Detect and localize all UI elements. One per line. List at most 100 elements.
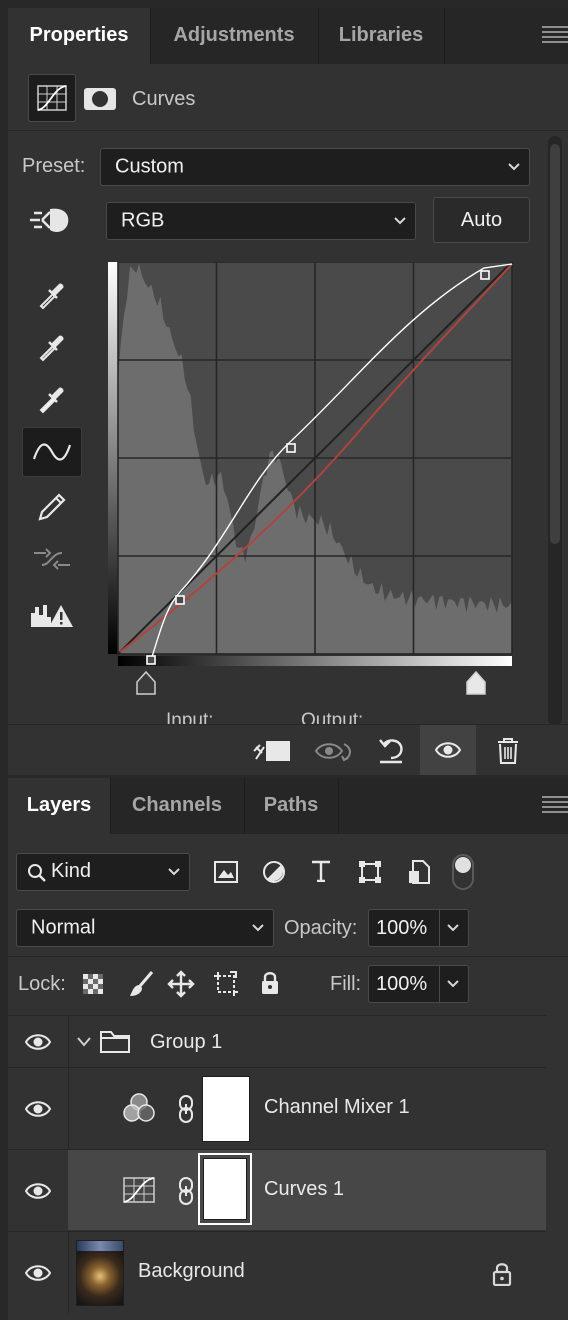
auto-button[interactable]: Auto — [433, 197, 530, 243]
shape-layer-filter-icon[interactable] — [358, 860, 382, 884]
channel-dropdown[interactable]: RGB — [106, 202, 416, 240]
lock-transparent-pixels-icon[interactable] — [82, 973, 104, 995]
gray-point-eyedropper-icon[interactable] — [22, 322, 82, 372]
eye-icon — [25, 1182, 51, 1199]
visibility-toggle[interactable] — [8, 1232, 69, 1313]
preset-value: Custom — [115, 155, 184, 178]
pencil-draw-icon[interactable] — [22, 482, 82, 532]
properties-panel: Properties Adjustments Libraries Curves … — [8, 8, 568, 775]
visibility-toggle[interactable] — [8, 1068, 69, 1149]
tab-paths[interactable]: Paths — [244, 778, 339, 834]
reset-icon[interactable] — [376, 735, 406, 765]
chevron-down-icon — [394, 217, 406, 225]
search-icon — [28, 864, 46, 882]
input-gradient-bar — [118, 656, 512, 666]
edit-points-curve-icon[interactable] — [22, 427, 82, 477]
toggle-visibility-button[interactable] — [420, 725, 476, 775]
fill-field[interactable]: 100% — [368, 965, 469, 1003]
scrollbar-thumb[interactable] — [550, 144, 560, 544]
curves-graph[interactable] — [108, 262, 518, 702]
tab-layers[interactable]: Layers — [8, 778, 111, 834]
smooth-curve-icon[interactable] — [22, 534, 82, 584]
layer-mask-thumbnail-selected[interactable] — [198, 1153, 252, 1225]
target-adjustment-hand-icon[interactable] — [28, 203, 74, 239]
curves-layer-icon — [123, 1177, 155, 1203]
preset-label: Preset: — [22, 155, 86, 177]
preset-dropdown[interactable]: Custom — [100, 148, 530, 186]
layer-mask-thumbnail[interactable] — [202, 1076, 250, 1142]
properties-tab-bar: Properties Adjustments Libraries — [8, 8, 568, 64]
tab-properties[interactable]: Properties — [8, 8, 151, 64]
clipping-warning-icon[interactable] — [22, 590, 82, 640]
lock-all-icon[interactable] — [260, 971, 280, 995]
panel-menu-icon[interactable] — [542, 26, 568, 46]
white-point-slider[interactable] — [466, 670, 486, 695]
black-point-eyedropper-icon[interactable] — [22, 270, 82, 320]
blend-mode-value: Normal — [31, 916, 96, 939]
layer-name: Curves 1 — [264, 1178, 345, 1200]
eye-icon — [435, 742, 461, 758]
fill-value: 100% — [376, 973, 428, 995]
tab-libraries[interactable]: Libraries — [318, 8, 445, 64]
channel-value: RGB — [121, 209, 165, 232]
lock-position-icon[interactable] — [167, 970, 195, 998]
filter-kind-value: Kind — [51, 860, 92, 882]
eye-icon — [25, 1100, 51, 1117]
type-layer-filter-icon[interactable] — [310, 860, 332, 882]
clip-to-layer-icon[interactable] — [252, 737, 292, 765]
view-previous-state-icon[interactable] — [314, 738, 354, 764]
mask-link-icon[interactable] — [176, 1176, 196, 1206]
pixel-layer-filter-icon[interactable] — [214, 861, 238, 883]
visibility-toggle[interactable] — [8, 1150, 69, 1231]
lock-icon — [492, 1263, 512, 1286]
layer-name: Group 1 — [150, 1031, 223, 1053]
visibility-toggle[interactable] — [8, 1016, 69, 1067]
trash-icon[interactable] — [496, 737, 520, 765]
lock-image-pixels-icon[interactable] — [128, 970, 154, 998]
divider — [8, 130, 568, 131]
layer-row-channel-mixer[interactable]: Channel Mixer 1 — [8, 1067, 546, 1149]
layer-mask-icon[interactable] — [84, 88, 116, 110]
smart-object-filter-icon[interactable] — [407, 859, 431, 885]
filter-kind-dropdown[interactable]: Kind — [16, 853, 190, 891]
layers-tab-bar: Layers Channels Paths — [8, 778, 568, 834]
layer-row-curves[interactable]: Curves 1 — [8, 1149, 546, 1231]
eye-icon — [25, 1264, 51, 1281]
output-gradient-bar — [108, 262, 118, 654]
chevron-down-icon — [168, 868, 180, 876]
eye-icon — [25, 1033, 51, 1050]
input-output-row: Input: Output: — [8, 704, 548, 726]
layer-row-background[interactable]: Background — [8, 1231, 546, 1313]
blend-mode-dropdown[interactable]: Normal — [16, 909, 274, 947]
lock-artboard-icon[interactable] — [212, 970, 240, 998]
opacity-value: 100% — [376, 917, 428, 939]
mask-link-icon[interactable] — [176, 1094, 196, 1124]
chevron-down-icon — [252, 924, 264, 932]
layer-name: Channel Mixer 1 — [264, 1096, 410, 1118]
layers-panel: Layers Channels Paths Kind Normal Opacit… — [8, 778, 568, 1320]
curve-point — [480, 270, 490, 280]
folder-icon — [100, 1031, 130, 1053]
black-point-slider[interactable] — [136, 670, 156, 695]
chevron-down-icon — [508, 163, 520, 171]
curve-point — [286, 443, 296, 453]
curve-point — [175, 595, 185, 605]
tab-adjustments[interactable]: Adjustments — [150, 8, 319, 64]
layer-row-group[interactable]: Group 1 — [8, 1015, 546, 1067]
adjustment-layer-filter-icon[interactable] — [262, 860, 286, 884]
tab-channels[interactable]: Channels — [110, 778, 245, 834]
properties-scrollbar[interactable] — [548, 136, 562, 726]
fill-label: Fill: — [330, 973, 362, 995]
opacity-label: Opacity: — [284, 917, 358, 939]
curve-point — [146, 655, 156, 665]
chevron-down-icon[interactable] — [76, 1036, 92, 1048]
curves-adjustment-icon[interactable] — [28, 74, 76, 122]
panel-menu-icon[interactable] — [542, 796, 568, 816]
adjustment-title: Curves — [132, 88, 196, 110]
properties-footer — [8, 724, 568, 775]
layer-name: Background — [138, 1260, 245, 1282]
white-point-eyedropper-icon[interactable] — [22, 374, 82, 424]
opacity-field[interactable]: 100% — [368, 909, 469, 947]
background-thumbnail[interactable] — [76, 1240, 124, 1306]
filter-toggle-switch[interactable] — [452, 854, 474, 890]
